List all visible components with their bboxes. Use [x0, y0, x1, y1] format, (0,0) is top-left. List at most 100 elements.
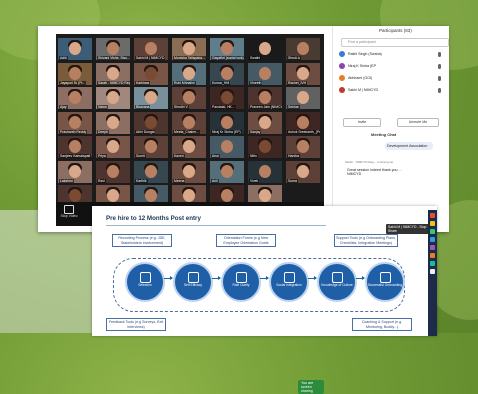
microphone-icon[interactable]	[438, 64, 441, 69]
participant-video-tile[interactable]: Ruhi Mrinalini	[172, 62, 206, 85]
participant-face	[107, 42, 119, 55]
video-gallery: Aditi Shivani Vishe, Siso... Sakhi M | NIM…	[56, 34, 324, 226]
flow-arrow	[356, 276, 365, 280]
microphone-icon[interactable]	[438, 76, 441, 81]
participant-video-tile[interactable]: Shruti.A	[286, 38, 320, 60]
participant-video-tile[interactable]: Anil	[210, 160, 244, 183]
participant-face	[107, 140, 119, 153]
screen-share-indicator[interactable]: You are screen sharing	[298, 380, 324, 394]
participant-name-label: Kumar_HM	[211, 80, 231, 85]
participant-face	[259, 66, 271, 80]
participant-name-label: Ravi	[97, 178, 106, 183]
participant-video-tile[interactable]: Swathi	[248, 38, 282, 60]
participant-video-tile[interactable]: Rachel_IVH	[286, 62, 320, 85]
find-participant-input[interactable]: Find a participant	[341, 38, 449, 47]
participant-video-tile[interactable]: Ajay	[58, 87, 92, 109]
participant-video-tile[interactable]: Bhavana	[134, 87, 168, 109]
participant-video-tile[interactable]: Monisha Tallapaka...	[172, 38, 206, 60]
slide-title: Pre hire to 12 Months Post entry	[106, 215, 201, 222]
participant-row[interactable]: Sakhi M | NIMCYD	[339, 86, 443, 95]
stage-icon	[284, 272, 295, 283]
participant-video-tile[interactable]: Aditi	[58, 38, 92, 60]
toolbar-tool-icon[interactable]	[430, 213, 435, 218]
toolbar-tool-icon[interactable]	[430, 229, 435, 234]
microphone-icon[interactable]	[438, 52, 441, 57]
participant-video-tile[interactable]: Niraj Kr Sinha (EP)	[210, 111, 244, 134]
participant-video-tile[interactable]: Sumit	[134, 136, 168, 158]
participant-face	[221, 140, 233, 153]
participant-video-tile[interactable]: Shruthi V	[172, 87, 206, 109]
participant-video-tile[interactable]: Sakhi M | NIMCYD	[134, 38, 168, 60]
participant-face	[107, 91, 119, 104]
participant-face	[145, 115, 157, 129]
unmute-me-button[interactable]: Unmute Me	[397, 118, 439, 127]
participant-video-tile[interactable]: Jayapuri Sr (Pr...	[58, 62, 92, 85]
stop-video-button[interactable]: Stop Video	[60, 205, 78, 218]
participant-video-tile[interactable]: Meena	[172, 160, 206, 183]
participant-video-tile[interactable]: Varun	[96, 87, 130, 109]
participant-face	[145, 189, 157, 202]
participant-face	[221, 189, 233, 202]
participant-face	[107, 66, 119, 80]
participant-video-tile[interactable]: Kumar_HM	[210, 62, 244, 85]
participant-name-label: Kaveri	[173, 154, 185, 158]
participant-video-tile[interactable]: Lakshmi	[58, 160, 92, 183]
toolbar-tool-icon[interactable]	[430, 237, 435, 242]
participant-face	[145, 140, 157, 153]
participant-video-tile[interactable]: Sanjeev Kamalapati Tu...	[58, 136, 92, 158]
participant-video-tile[interactable]: Vineeth	[248, 62, 282, 85]
participant-video-tile[interactable]: Sarah - NIMCYD Rege...	[96, 62, 130, 85]
participant-face	[259, 164, 271, 178]
participant-video-tile[interactable]: Prashanth Reddy	[58, 111, 92, 134]
participant-video-tile[interactable]: Priya	[96, 136, 130, 158]
participant-face	[221, 66, 233, 80]
toolbar-tool-icon[interactable]	[430, 253, 435, 258]
participant-name: Rakhi Singh (Swaha)	[348, 52, 382, 56]
participant-video-tile[interactable]: Praveen Jain (NIMCYD...)	[248, 87, 282, 109]
participant-video-tile[interactable]: Suma	[286, 160, 320, 183]
participant-video-tile[interactable]: Sanjay	[248, 111, 282, 134]
toolbar-tool-icon[interactable]	[430, 245, 435, 250]
participant-video-tile[interactable]: Shivani Vishe, Siso...	[96, 38, 130, 60]
participant-name-label: Sanjeev Kamalapati Tu...	[59, 154, 92, 158]
participant-video-tile[interactable]: Harsha	[286, 136, 320, 158]
toolbar-tool-icon[interactable]	[430, 269, 435, 274]
participant-video-tile[interactable]: Kaveri	[172, 136, 206, 158]
flow-arrow	[308, 276, 317, 280]
participant-name-label: Sanjay	[249, 129, 262, 134]
participant-video-tile[interactable]: Meeta_Chairm...	[172, 111, 206, 134]
toolbar-tool-icon[interactable]	[430, 221, 435, 226]
participant-video-tile[interactable]: Karthik	[134, 160, 168, 183]
participant-face	[183, 140, 195, 153]
toolbar-tool-icon[interactable]	[430, 261, 435, 266]
participant-name: Sakhi M | NIMCYD	[348, 88, 379, 92]
participant-row[interactable]: Abhirami (GOI)	[339, 74, 443, 83]
participant-row[interactable]: Niraj K Sinha (EP	[339, 62, 443, 71]
participant-video-tile[interactable]: Karkhwa	[134, 62, 168, 85]
participant-video-tile[interactable]: Sekhar	[286, 87, 320, 109]
participant-video-tile[interactable]: Ashok Sreekanth_(Prem...)	[286, 111, 320, 134]
participant-video-tile[interactable]: Ravi	[96, 160, 130, 183]
stage-label: Self Efficacy	[183, 283, 203, 287]
participant-video-tile[interactable]: Deepti	[96, 111, 130, 134]
participant-name-label: Nitin	[249, 154, 258, 158]
participants-title: Participants (83)	[379, 28, 412, 33]
microphone-icon[interactable]	[438, 88, 441, 93]
participant-face	[183, 42, 195, 55]
participant-video-tile[interactable]: Pandalai, HK...	[210, 87, 244, 109]
participant-video-tile[interactable]: Arun	[210, 136, 244, 158]
participant-name-label: Ashok Sreekanth_(Prem...)	[287, 129, 320, 134]
invite-button[interactable]: Invite	[343, 118, 381, 127]
participant-video-tile[interactable]: Gayathri (social wok)	[210, 38, 244, 60]
participant-video-tile[interactable]: Abhi Dungla	[134, 111, 168, 134]
participant-video-tile[interactable]: Nitin	[248, 136, 282, 158]
participant-name-label: Shivani Vishe, Siso...	[97, 56, 130, 60]
participant-name-label: Deepti	[97, 129, 109, 134]
participant-video-tile[interactable]: Vivek	[248, 160, 282, 183]
participant-face	[259, 140, 271, 153]
stage-label: Selection	[138, 283, 152, 287]
participant-face	[183, 66, 195, 80]
participant-avatar	[339, 87, 345, 94]
participant-row[interactable]: Rakhi Singh (Swaha)	[339, 50, 443, 59]
participant-name-label: Swathi	[249, 56, 262, 60]
